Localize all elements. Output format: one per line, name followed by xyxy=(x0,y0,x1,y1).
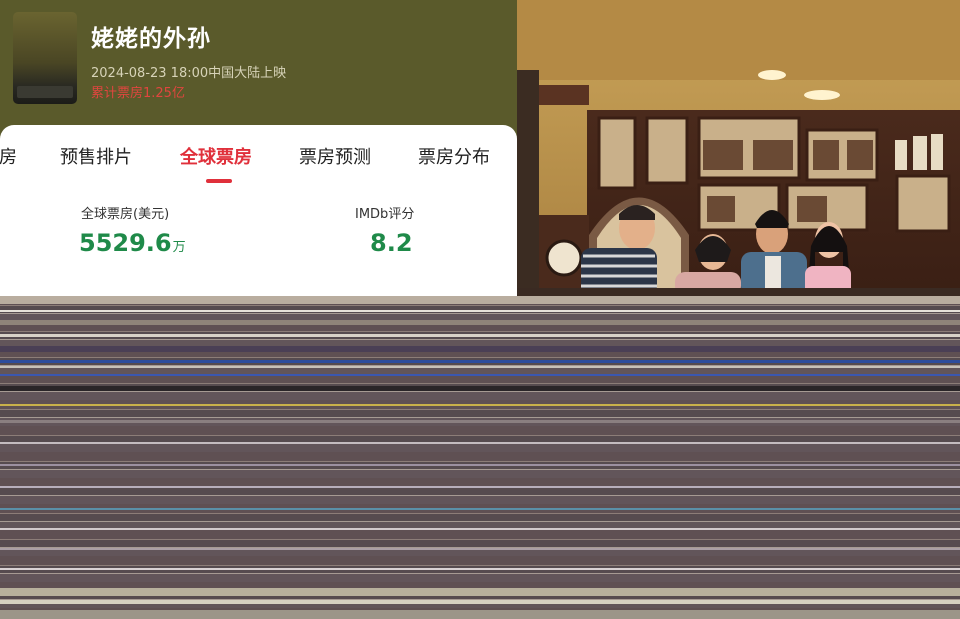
glitch-stripe xyxy=(0,508,960,510)
global-box-office-unit: 万 xyxy=(172,240,186,255)
glitch-stripe xyxy=(0,386,960,391)
glitch-stripe xyxy=(0,600,960,604)
movie-still-image xyxy=(517,0,960,296)
glitch-stripe xyxy=(0,346,960,352)
global-box-office-value: 5529.6万 xyxy=(79,229,186,257)
glitch-stripe xyxy=(0,360,960,363)
movie-poster-thumbnail[interactable] xyxy=(13,12,77,104)
movie-still-illustration xyxy=(517,0,960,296)
glitch-stripe xyxy=(0,486,960,488)
tab-partial[interactable]: 房 xyxy=(0,143,17,169)
movie-header: 姥姥的外孙 2024-08-23 18:00中国大陆上映 累计票房1.25亿 xyxy=(0,0,517,140)
glitch-stripe xyxy=(0,404,960,406)
global-box-office-number: 5529.6 xyxy=(79,229,172,257)
glitch-stripe xyxy=(0,296,960,304)
glitch-stripe xyxy=(0,420,960,423)
movie-title: 姥姥的外孙 xyxy=(91,26,211,52)
tab-presale-schedule[interactable]: 预售排片 xyxy=(60,143,132,169)
glitch-stripe xyxy=(0,610,960,619)
glitch-stripe xyxy=(0,548,960,550)
glitch-stripe xyxy=(0,374,960,376)
glitch-stripe xyxy=(0,464,960,466)
glitch-stripe xyxy=(0,588,960,596)
tab-bar: 房 预售排片 全球票房 票房预测 票房分布 xyxy=(0,125,517,185)
box-office-card: 房 预售排片 全球票房 票房预测 票房分布 全球票房(美元) 5529.6万 I… xyxy=(0,125,517,296)
tab-global-box-office[interactable]: 全球票房 xyxy=(180,143,252,169)
glitch-stripe xyxy=(0,528,960,530)
glitch-stripe xyxy=(0,568,960,570)
cumulative-box-office: 累计票房1.25亿 xyxy=(91,86,185,101)
glitch-stripe xyxy=(0,310,960,312)
imdb-label: IMDb评分 xyxy=(355,207,415,222)
glitch-stripe xyxy=(0,334,960,337)
tab-box-office-forecast[interactable]: 票房预测 xyxy=(299,143,371,169)
glitch-stripe xyxy=(0,442,960,444)
release-info: 2024-08-23 18:00中国大陆上映 xyxy=(91,66,287,81)
active-tab-indicator xyxy=(206,179,232,183)
glitch-stripe xyxy=(0,320,960,325)
imdb-rating-value: 8.2 xyxy=(370,229,413,257)
global-box-office-label: 全球票房(美元) xyxy=(81,207,170,222)
movie-app-panel: 姥姥的外孙 2024-08-23 18:00中国大陆上映 累计票房1.25亿 房… xyxy=(0,0,517,296)
glitch-stripe xyxy=(0,366,960,368)
tab-box-office-distribution[interactable]: 票房分布 xyxy=(418,143,490,169)
image-corruption-glitch-area xyxy=(0,296,960,619)
